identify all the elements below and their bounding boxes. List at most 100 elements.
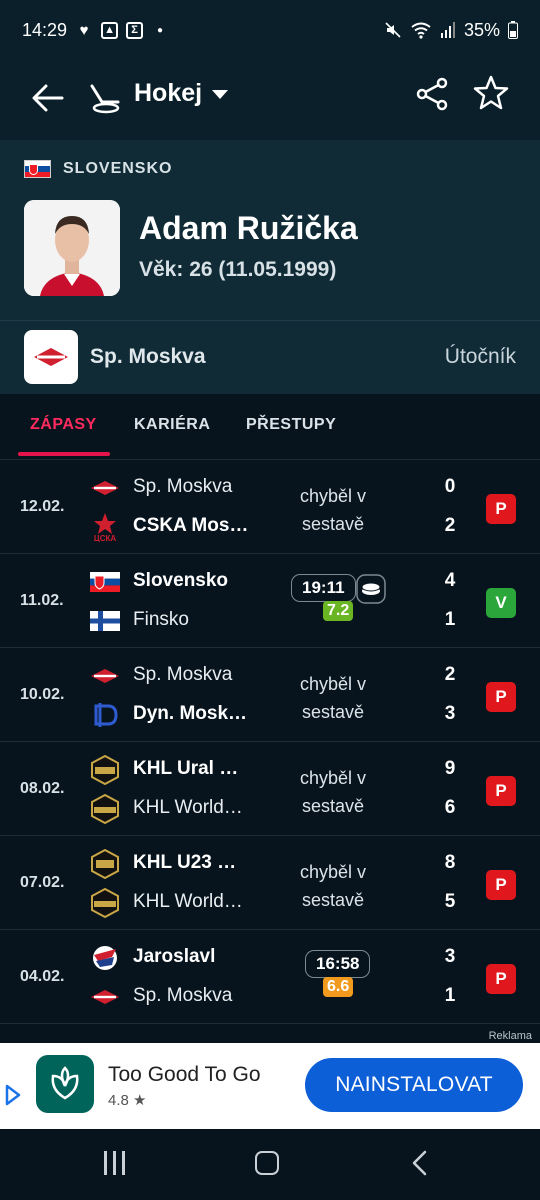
match-list: 12.02. Sp. Moskva ЦСКА CSKA Mos… chyběl … xyxy=(0,460,540,1024)
play-store-icon xyxy=(5,1084,21,1106)
result-badge: P xyxy=(486,682,516,712)
away-team: Dyn. Mosk… xyxy=(133,703,248,724)
home-team: Sp. Moskva xyxy=(133,664,233,685)
puck-goal-icon xyxy=(356,574,386,604)
match-status: chyběl v sestavě xyxy=(299,674,367,722)
match-row[interactable]: 12.02. Sp. Moskva ЦСКА CSKA Mos… chyběl … xyxy=(0,460,540,554)
match-date: 07.02. xyxy=(20,874,65,891)
ad-label: Reklama xyxy=(488,1030,532,1042)
match-row[interactable]: 07.02. KHL U23 … KHL World… chyběl v sest… xyxy=(0,836,540,930)
home-team: KHL Ural … xyxy=(133,758,239,779)
match-date: 04.02. xyxy=(20,968,65,985)
away-score: 1 xyxy=(444,609,456,630)
result-badge: V xyxy=(486,588,516,618)
install-button[interactable]: NAINSTALOVAT xyxy=(305,1058,523,1112)
time-on-ice: 19:11 xyxy=(291,574,356,602)
player-position: Útočník xyxy=(444,345,516,368)
away-score: 3 xyxy=(444,703,456,724)
star-icon[interactable] xyxy=(472,74,510,112)
home-score: 3 xyxy=(444,946,456,967)
away-team: Finsko xyxy=(133,609,189,630)
result-badge: P xyxy=(486,776,516,806)
hockey-icon xyxy=(90,84,120,114)
back-arrow-icon[interactable] xyxy=(28,78,68,118)
player-photo xyxy=(24,200,120,296)
match-date: 12.02. xyxy=(20,498,65,515)
player-header: SLOVENSKO Adam Ružička Věk: 26 (11.05.19… xyxy=(0,140,540,394)
recents-icon[interactable] xyxy=(104,1151,130,1175)
divider xyxy=(0,320,540,321)
team-logo[interactable] xyxy=(24,330,78,384)
away-team: KHL World… xyxy=(133,891,243,912)
home-score: 4 xyxy=(444,570,456,591)
tab-bar: ZÁPASY KARIÉRA PŘESTUPY xyxy=(0,394,540,460)
player-rating: 6.6 xyxy=(323,977,354,997)
ad-banner[interactable]: Too Good To Go 4.8 ★ NAINSTALOVAT xyxy=(0,1043,540,1129)
match-date: 11.02. xyxy=(20,592,64,609)
match-row[interactable]: 10.02. Sp. Moskva Dyn. Mosk… chyběl v ses… xyxy=(0,648,540,742)
home-team: Slovensko xyxy=(133,570,229,591)
spartak-logo-icon xyxy=(90,982,120,1012)
away-score: 1 xyxy=(444,985,456,1006)
away-team: Sp. Moskva xyxy=(133,985,233,1006)
finland-flag-icon xyxy=(90,606,120,636)
khl-world-logo-icon xyxy=(90,794,120,824)
heart-icon: ♥ xyxy=(79,21,89,39)
sigma-icon: Σ xyxy=(126,21,144,39)
home-score: 0 xyxy=(444,476,456,497)
spartak-logo-icon xyxy=(90,661,120,691)
player-name: Adam Ružička xyxy=(139,210,358,246)
match-row[interactable]: 08.02. KHL Ural … KHL World… chyběl v ses… xyxy=(0,742,540,836)
home-score: 2 xyxy=(444,664,456,685)
country-row[interactable]: SLOVENSKO xyxy=(24,160,172,178)
home-team: Sp. Moskva xyxy=(133,476,233,497)
match-row[interactable]: 04.02. Jaroslavl Sp. Moskva 16:58 6.6 3 … xyxy=(0,930,540,1024)
home-score: 9 xyxy=(444,758,456,779)
match-status: chyběl v sestavě xyxy=(299,768,367,816)
tab-prestupy[interactable]: PŘESTUPY xyxy=(246,416,336,434)
away-team: KHL World… xyxy=(133,797,243,818)
svg-text:ЦСКА: ЦСКА xyxy=(94,534,117,542)
tab-kariera[interactable]: KARIÉRA xyxy=(134,416,210,434)
dot-icon: ● xyxy=(157,24,164,36)
home-icon[interactable] xyxy=(255,1151,279,1175)
country-name: SLOVENSKO xyxy=(63,160,173,177)
tab-zapasy[interactable]: ZÁPASY xyxy=(30,416,97,434)
home-team: Jaroslavl xyxy=(133,946,216,967)
result-badge: P xyxy=(486,870,516,900)
match-status: chyběl v sestavě xyxy=(299,862,367,910)
sport-selector[interactable]: Hokej xyxy=(134,79,229,108)
gallery-icon: ▲ xyxy=(101,21,119,39)
nav-back-icon[interactable] xyxy=(405,1148,435,1178)
app-icon[interactable] xyxy=(36,1055,94,1113)
result-badge: P xyxy=(486,494,516,524)
battery-icon xyxy=(508,21,518,39)
player-rating: 7.2 xyxy=(323,601,354,621)
app-bar: Hokej xyxy=(0,60,540,140)
result-badge: P xyxy=(486,964,516,994)
match-row[interactable]: 11.02. Slovensko Finsko 19:11 7.2 4 1 V xyxy=(0,554,540,648)
mute-icon xyxy=(385,22,401,38)
status-bar: 14:29 ♥ ▲ Σ ● 35% xyxy=(0,0,540,60)
sport-title: Hokej xyxy=(134,79,203,107)
status-time: 14:29 xyxy=(22,19,68,40)
active-tab-indicator xyxy=(18,452,110,456)
ad-app-name: Too Good To Go xyxy=(108,1063,261,1086)
signal-icon xyxy=(440,22,455,38)
dynamo-logo-icon xyxy=(90,700,120,730)
share-icon[interactable] xyxy=(414,76,450,112)
match-date: 10.02. xyxy=(20,686,65,703)
home-team: KHL U23 … xyxy=(133,852,237,873)
cska-logo-icon: ЦСКА xyxy=(90,512,120,542)
away-score: 2 xyxy=(444,515,456,536)
away-score: 6 xyxy=(444,797,456,818)
system-nav-bar xyxy=(0,1129,540,1200)
time-on-ice: 16:58 xyxy=(305,950,371,978)
ad-rating: 4.8 ★ xyxy=(108,1092,147,1109)
home-score: 8 xyxy=(444,852,456,873)
khl-u23-logo-icon xyxy=(90,849,120,879)
slovakia-flag-icon xyxy=(90,567,120,597)
slovakia-flag-icon xyxy=(24,160,51,178)
wifi-icon xyxy=(411,22,431,39)
team-name[interactable]: Sp. Moskva xyxy=(90,345,206,369)
